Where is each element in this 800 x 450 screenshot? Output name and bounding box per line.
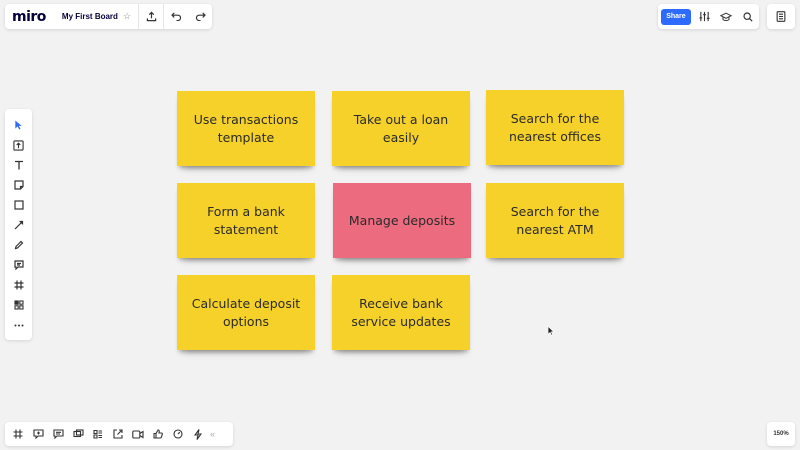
select-icon[interactable] — [5, 115, 32, 135]
sticky-note[interactable]: Form a bank statement — [177, 183, 315, 258]
sticky-note[interactable]: Calculate deposit options — [177, 275, 315, 350]
export-icon[interactable] — [108, 422, 128, 446]
shape-icon[interactable] — [5, 195, 32, 215]
more-icon[interactable] — [5, 315, 32, 335]
templates-icon[interactable] — [5, 295, 32, 315]
share-button[interactable]: Share — [661, 8, 691, 25]
frame-icon[interactable] — [8, 422, 28, 446]
miro-logo[interactable]: miro — [12, 9, 46, 25]
chat-icon[interactable] — [48, 422, 68, 446]
sticky-note[interactable]: Manage deposits — [333, 183, 471, 258]
settings-sliders-icon[interactable] — [694, 4, 716, 29]
notes-icon[interactable] — [776, 11, 786, 22]
sticky-note[interactable]: Receive bank service updates — [332, 275, 470, 350]
sticky-note[interactable]: Take out a loan easily — [332, 91, 470, 166]
sticky-note[interactable]: Search for the nearest ATM — [486, 183, 624, 258]
video-icon[interactable] — [128, 422, 148, 446]
screen-share-icon[interactable] — [68, 422, 88, 446]
sticky-note[interactable]: Search for the nearest offices — [486, 90, 624, 165]
lightning-icon[interactable] — [188, 422, 208, 446]
star-icon[interactable]: ☆ — [123, 11, 131, 22]
notes-panel[interactable] — [767, 4, 795, 29]
timer-icon[interactable] — [168, 422, 188, 446]
pen-icon[interactable] — [5, 235, 32, 255]
sticky-note[interactable]: Use transactions template — [177, 91, 315, 166]
comment-icon[interactable] — [5, 255, 32, 275]
export-icon[interactable] — [139, 4, 163, 29]
search-icon[interactable] — [737, 4, 759, 29]
bottom-toolbar: « — [5, 422, 233, 446]
left-toolbar — [5, 109, 32, 340]
sticky-note-icon[interactable] — [5, 175, 32, 195]
board-header: miro My First Board ☆ — [5, 4, 212, 29]
mouse-cursor-icon — [547, 326, 555, 336]
collapse-toolbar-icon[interactable]: « — [210, 429, 215, 439]
like-icon[interactable] — [148, 422, 168, 446]
line-icon[interactable] — [5, 215, 32, 235]
zoom-level[interactable]: 150% — [767, 422, 795, 446]
text-icon[interactable] — [5, 155, 32, 175]
upload-icon[interactable] — [5, 135, 32, 155]
cards-icon[interactable] — [88, 422, 108, 446]
collaboration-bar: Share — [658, 4, 759, 29]
undo-icon[interactable] — [164, 4, 188, 29]
learning-cap-icon[interactable] — [716, 4, 738, 29]
redo-icon[interactable] — [188, 4, 212, 29]
frame-icon[interactable] — [5, 275, 32, 295]
comment-icon[interactable] — [28, 422, 48, 446]
board-title[interactable]: My First Board — [62, 12, 118, 21]
